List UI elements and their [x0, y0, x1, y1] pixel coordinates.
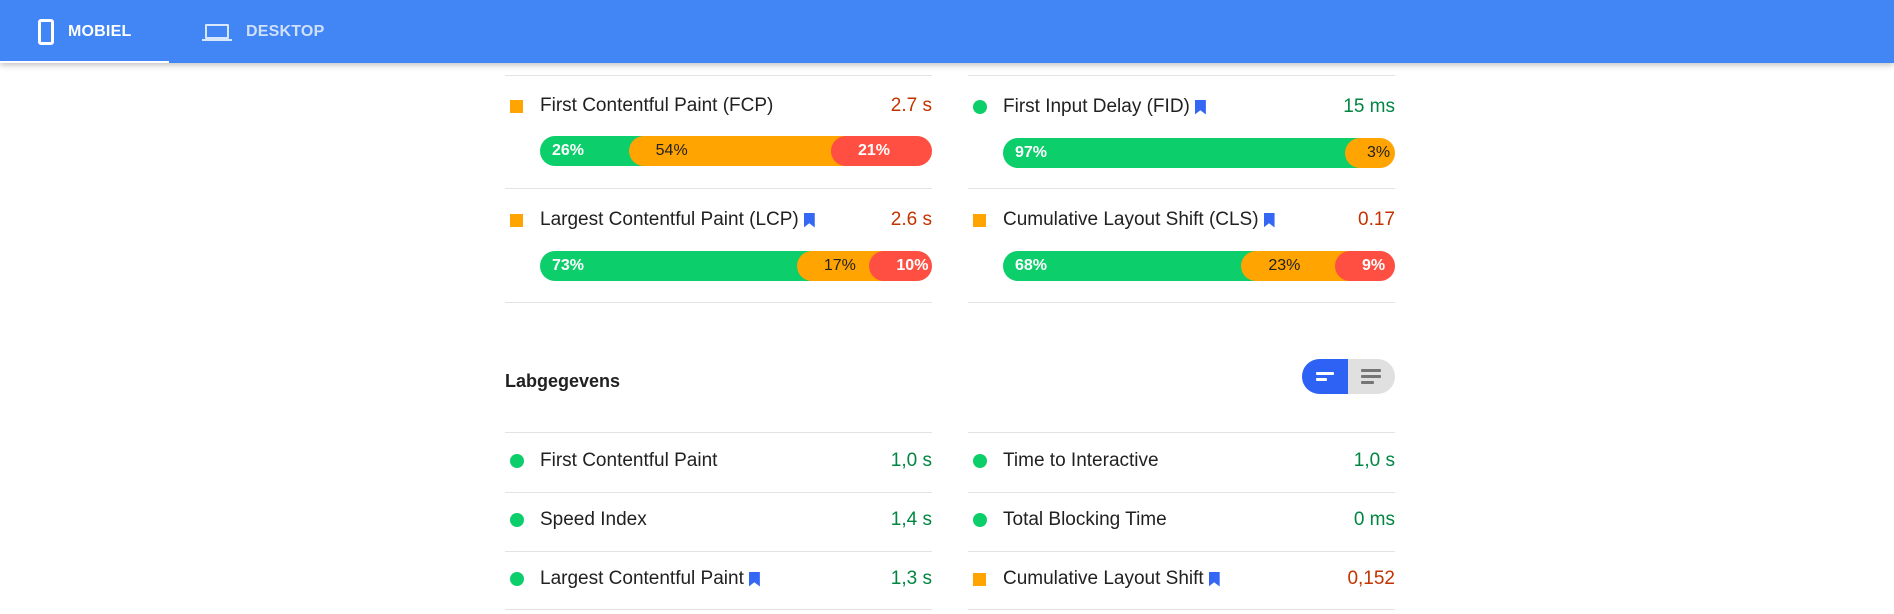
- metric-label: Cumulative Layout Shift (CLS): [1003, 209, 1259, 230]
- good-circle-icon: [510, 454, 524, 468]
- distribution-bar-fcp: 26% 54% 21%: [540, 136, 932, 166]
- divider: [968, 551, 1395, 552]
- metric-value: 1,0 s: [890, 450, 932, 471]
- metric-value: 15 ms: [1343, 96, 1395, 117]
- divider: [505, 302, 932, 303]
- bookmark-icon[interactable]: [1208, 571, 1220, 587]
- summary-view-button[interactable]: [1302, 359, 1348, 394]
- divider: [505, 551, 932, 552]
- field-metric-fcp: First Contentful Paint (FCP) 2.7 s: [505, 91, 932, 121]
- metric-label: Time to Interactive: [1003, 450, 1159, 471]
- lab-metric-lcp: Largest Contentful Paint 1,3 s: [505, 564, 932, 594]
- lab-metric-tbt: Total Blocking Time 0 ms: [968, 505, 1395, 535]
- metric-value: 2.7 s: [890, 95, 932, 116]
- metric-label: First Contentful Paint: [540, 450, 718, 471]
- metric-value: 1,0 s: [1353, 450, 1395, 471]
- average-square-icon: [973, 572, 986, 586]
- field-metric-fid: First Input Delay (FID) 15 ms: [968, 92, 1395, 122]
- divider: [505, 609, 932, 610]
- distribution-bar-lcp: 73% 17% 10%: [540, 251, 932, 281]
- divider: [505, 432, 932, 433]
- segment-average: 23%: [1241, 251, 1350, 281]
- field-metric-lcp: Largest Contentful Paint (LCP) 2.6 s: [505, 205, 932, 235]
- lab-metric-fcp: First Contentful Paint 1,0 s: [505, 446, 932, 476]
- field-metric-cls: Cumulative Layout Shift (CLS) 0.17: [968, 205, 1395, 235]
- active-tab-indicator: [0, 61, 169, 63]
- lab-metric-cls: Cumulative Layout Shift 0,152: [968, 564, 1395, 594]
- good-circle-icon: [510, 572, 524, 586]
- good-circle-icon: [973, 454, 987, 468]
- metric-value: 0 ms: [1353, 509, 1395, 530]
- metric-value: 1,4 s: [890, 509, 932, 530]
- divider: [968, 75, 1395, 76]
- smartphone-icon: [38, 18, 54, 45]
- segment-slow: 9%: [1335, 251, 1395, 281]
- device-tab-bar: MOBIEL DESKTOP: [0, 0, 1894, 63]
- lab-data-title: Labgegevens: [505, 371, 621, 391]
- average-square-icon: [510, 213, 523, 227]
- segment-slow: 21%: [830, 136, 932, 166]
- view-toggle: [1302, 359, 1395, 394]
- metric-label: Largest Contentful Paint (LCP): [540, 209, 799, 230]
- distribution-bar-fid: 97% 3%: [1003, 138, 1395, 168]
- metric-label: First Input Delay (FID): [1003, 96, 1190, 117]
- segment-average: 3%: [1345, 138, 1395, 168]
- good-circle-icon: [510, 513, 524, 527]
- lab-metric-speed-index: Speed Index 1,4 s: [505, 505, 932, 535]
- divider: [505, 492, 932, 493]
- segment-slow: 10%: [869, 251, 932, 281]
- metric-label: Speed Index: [540, 509, 647, 530]
- tab-mobile-label: MOBIEL: [68, 22, 132, 40]
- bookmark-icon[interactable]: [1194, 99, 1206, 115]
- summary-view-icon: [1316, 372, 1334, 375]
- metric-value: 2.6 s: [890, 209, 932, 230]
- divider: [968, 432, 1395, 433]
- metric-value: 0.17: [1358, 209, 1395, 230]
- description-view-button[interactable]: [1348, 359, 1394, 394]
- bookmark-icon[interactable]: [748, 571, 760, 587]
- metric-label: Total Blocking Time: [1003, 509, 1167, 530]
- divider: [968, 302, 1395, 303]
- divider: [968, 188, 1395, 189]
- average-square-icon: [973, 213, 986, 227]
- metric-value: 1,3 s: [890, 568, 932, 589]
- bookmark-icon[interactable]: [803, 212, 815, 228]
- divider: [968, 492, 1395, 493]
- distribution-bar-cls: 68% 23% 9%: [1003, 251, 1395, 281]
- divider: [968, 609, 1395, 610]
- good-circle-icon: [973, 513, 987, 527]
- average-square-icon: [510, 99, 523, 113]
- metric-label: Largest Contentful Paint: [540, 568, 744, 589]
- lab-metric-tti: Time to Interactive 1,0 s: [968, 446, 1395, 476]
- metric-label: Cumulative Layout Shift: [1003, 568, 1204, 589]
- segment-average: 54%: [628, 136, 846, 166]
- segment-fast: 68%: [1003, 251, 1257, 281]
- segment-fast: 73%: [540, 251, 812, 281]
- good-circle-icon: [973, 100, 987, 114]
- metric-value: 0,152: [1347, 568, 1395, 589]
- segment-fast: 97%: [1003, 138, 1360, 168]
- tab-mobile[interactable]: MOBIEL: [0, 0, 169, 63]
- divider: [505, 75, 932, 76]
- tab-desktop-label: DESKTOP: [246, 22, 325, 40]
- description-view-icon: [1361, 369, 1381, 372]
- divider: [505, 188, 932, 189]
- laptop-icon: [202, 22, 232, 42]
- metric-label: First Contentful Paint (FCP): [540, 95, 774, 116]
- bookmark-icon[interactable]: [1263, 212, 1275, 228]
- tab-desktop[interactable]: DESKTOP: [169, 0, 349, 63]
